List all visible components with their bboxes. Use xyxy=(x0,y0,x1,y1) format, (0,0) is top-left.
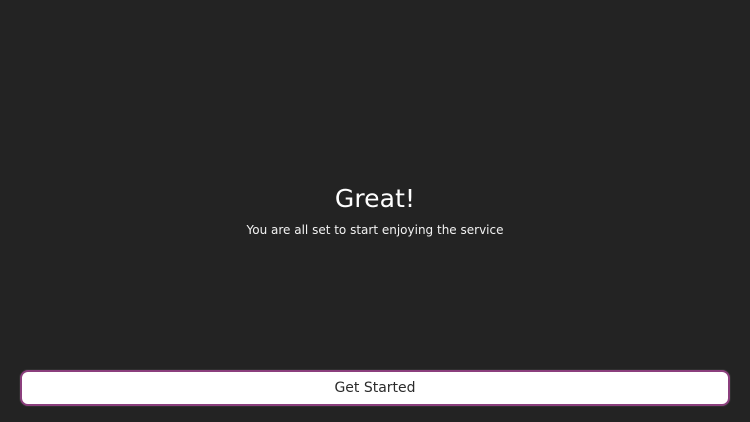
completion-message: Great! You are all set to start enjoying… xyxy=(0,182,750,239)
get-started-button[interactable]: Get Started xyxy=(20,370,730,406)
get-started-button-label: Get Started xyxy=(334,380,416,396)
page-title: Great! xyxy=(334,184,416,213)
page-subtitle: You are all set to start enjoying the se… xyxy=(246,223,504,237)
completion-screen: Great! You are all set to start enjoying… xyxy=(0,0,750,422)
